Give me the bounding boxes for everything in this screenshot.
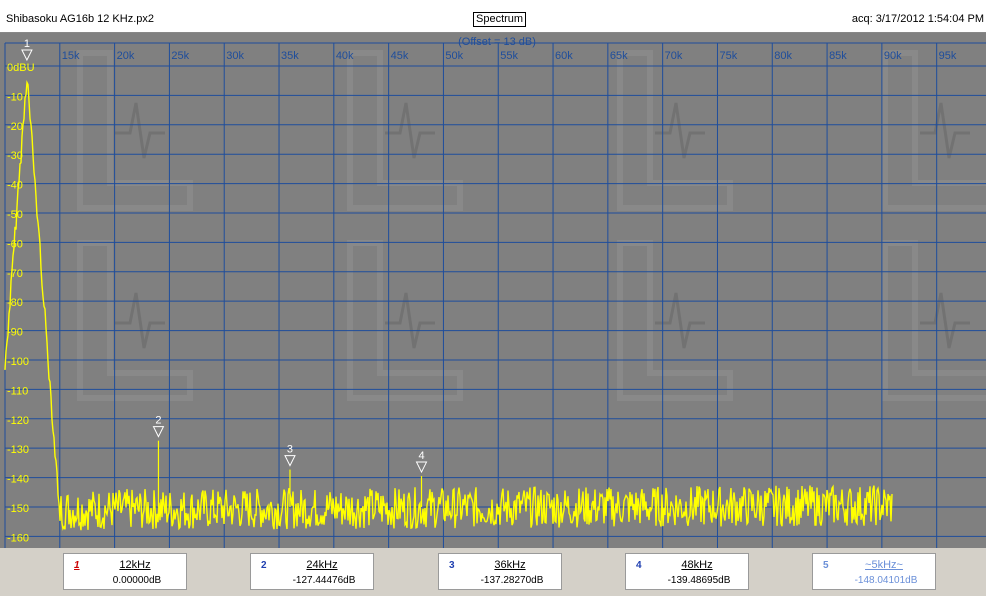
x-tick-label: 80k [774, 50, 792, 62]
y-tick-label: -10 [7, 91, 23, 103]
y-tick-label: -110 [7, 385, 28, 397]
marker-number: 3 [287, 444, 293, 456]
x-tick-label: 70k [665, 50, 683, 62]
marker-level: -148.04101dB [854, 575, 918, 586]
marker-readout-4[interactable]: 4 48kHz -139.48695dB [625, 553, 749, 590]
marker-id: 2 [261, 560, 267, 571]
marker-id: 4 [636, 560, 642, 571]
x-tick-label: 65k [610, 50, 628, 62]
y-tick-label: -50 [7, 209, 23, 221]
y-tick-label: -20 [7, 121, 23, 133]
marker-frequency[interactable]: ~5kHz~ [853, 559, 915, 571]
y-tick-label: -150 [7, 503, 29, 515]
marker-level: -139.48695dB [667, 575, 731, 586]
marker-frequency[interactable]: 24kHz [291, 559, 353, 571]
y-tick-label: -70 [7, 268, 23, 280]
document-title: Shibasoku AG16b 12 KHz.px2 [6, 13, 154, 25]
marker-frequency[interactable]: 12kHz [104, 559, 166, 571]
marker-readout-5[interactable]: 5 ~5kHz~ -148.04101dB [812, 553, 936, 590]
spectrum-view-button[interactable]: Spectrum [473, 12, 527, 27]
marker-number: 2 [155, 415, 161, 427]
marker-id: 1 [74, 560, 80, 571]
marker-readout-3[interactable]: 3 36kHz -137.28270dB [438, 553, 562, 590]
acquisition-timestamp: acq: 3/17/2012 1:54:04 PM [851, 13, 984, 25]
y-tick-label: -100 [7, 356, 29, 368]
x-tick-label: 75k [719, 50, 737, 62]
x-tick-label: 20k [117, 50, 135, 62]
y-tick-label: -30 [7, 150, 23, 162]
x-tick-label: 25k [171, 50, 189, 62]
y-tick-label: -160 [7, 532, 29, 544]
y-tick-label: -40 [7, 180, 23, 192]
y-tick-label: -120 [7, 415, 29, 427]
x-tick-label: 40k [336, 50, 354, 62]
plot-background [0, 33, 986, 548]
y-tick-label: -130 [7, 444, 29, 456]
x-tick-label: 15k [62, 50, 80, 62]
spectrum-plot[interactable]: 15k 20k 25k 30k 35k 40k 45k 50k 55k 60k 65k 70k 75k 8… [0, 33, 986, 548]
marker-number: 1 [24, 38, 30, 50]
y-tick-label: -90 [7, 327, 23, 339]
marker-frequency[interactable]: 48kHz [666, 559, 728, 571]
offset-label: (Offset = 13 dB) [458, 36, 536, 48]
marker-readout-1[interactable]: 1 12kHz 0.00000dB [63, 553, 187, 590]
marker-level: -137.28270dB [480, 575, 544, 586]
marker-level: 0.00000dB [112, 575, 162, 586]
y-tick-label: -80 [7, 297, 23, 309]
marker-id: 5 [823, 560, 829, 571]
y-tick-label: -60 [7, 238, 23, 250]
x-tick-label: 55k [500, 50, 518, 62]
marker-id: 3 [449, 560, 455, 571]
marker-number: 4 [418, 450, 424, 462]
y-tick-label: -140 [7, 474, 29, 486]
x-tick-label: 60k [555, 50, 573, 62]
x-tick-label: 35k [281, 50, 299, 62]
marker-readout-2[interactable]: 2 24kHz -127.44476dB [250, 553, 374, 590]
title-bar: Shibasoku AG16b 12 KHz.px2 Spectrum acq:… [0, 0, 986, 33]
marker-level: -127.44476dB [292, 575, 356, 586]
x-tick-label: 95k [939, 50, 957, 62]
y-tick-label: 0dBU [7, 62, 35, 74]
x-tick-label: 45k [391, 50, 409, 62]
x-tick-label: 50k [445, 50, 463, 62]
x-tick-label: 30k [226, 50, 244, 62]
marker-frequency[interactable]: 36kHz [479, 559, 541, 571]
x-tick-label: 85k [829, 50, 847, 62]
marker-readout-panel: 1 12kHz 0.00000dB 2 24kHz -127.44476dB 3 36kHz -… [0, 548, 986, 596]
x-tick-label: 90k [884, 50, 902, 62]
